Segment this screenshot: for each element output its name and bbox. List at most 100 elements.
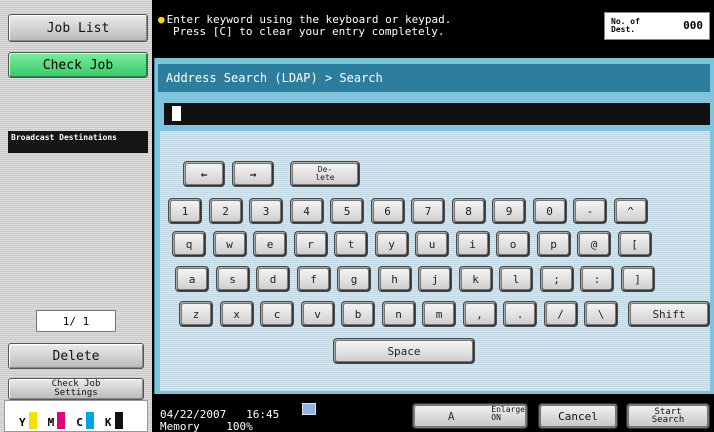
key-label: d (259, 269, 287, 289)
key-row2-5[interactable]: y (374, 231, 409, 257)
key-row1-2[interactable]: 3 (249, 198, 283, 224)
toner-bar (114, 412, 123, 429)
key-row4-4[interactable]: b (341, 301, 375, 327)
dest-count: 000 (683, 19, 703, 32)
toner-bar (57, 412, 66, 429)
check-job-button[interactable]: Check Job (8, 52, 148, 78)
key-row3-11[interactable]: ] (620, 266, 655, 292)
key-row1-7[interactable]: 8 (451, 198, 486, 224)
key-label: [ (620, 234, 649, 254)
key-row1-1[interactable]: 2 (208, 198, 243, 224)
key-row1-8[interactable]: 9 (492, 198, 526, 224)
key-row3-9[interactable]: ; (539, 266, 574, 292)
key-row1-6[interactable]: 7 (411, 198, 445, 224)
delete-label: Delete (52, 348, 100, 364)
key-label: , (465, 304, 494, 324)
key-row3-5[interactable]: h (377, 266, 412, 292)
cursor-left-button[interactable]: ← (183, 161, 225, 187)
key-row2-2[interactable]: e (253, 231, 287, 257)
key-row4-1[interactable]: x (219, 301, 254, 327)
key-row2-8[interactable]: o (496, 231, 530, 257)
key-row3-6[interactable]: j (418, 266, 452, 292)
key-row2-1[interactable]: w (212, 231, 247, 257)
key-row4-3[interactable]: v (300, 301, 335, 327)
key-row3-2[interactable]: d (256, 266, 290, 292)
key-label: ^ (616, 201, 645, 221)
key-row3-4[interactable]: g (337, 266, 371, 292)
shift-label: Shift (631, 304, 707, 324)
key-row1-5[interactable]: 6 (370, 198, 405, 224)
key-label: ; (542, 269, 571, 289)
key-row4-8[interactable]: . (503, 301, 537, 327)
key-label: f (299, 269, 328, 289)
key-label: c (263, 304, 291, 324)
key-row1-9[interactable]: 0 (532, 198, 567, 224)
key-row1-10[interactable]: - (573, 198, 607, 224)
toner-bar (28, 412, 37, 429)
key-row1-3[interactable]: 4 (289, 198, 324, 224)
key-row2-9[interactable]: p (536, 231, 571, 257)
cursor-right-button[interactable]: → (232, 161, 274, 187)
key-row1-0[interactable]: 1 (168, 198, 202, 224)
key-label: o (499, 234, 527, 254)
key-row3-1[interactable]: s (215, 266, 250, 292)
key-row2-0[interactable]: q (172, 231, 206, 257)
key-label: 5 (333, 201, 361, 221)
memory-value: 100% (226, 420, 253, 432)
key-row3-7[interactable]: k (458, 266, 493, 292)
toner-label: K (104, 416, 112, 429)
key-row1-11[interactable]: ^ (613, 198, 648, 224)
key-row4-6[interactable]: m (422, 301, 456, 327)
key-label: j (421, 269, 449, 289)
key-label: n (384, 304, 413, 324)
start-search-button[interactable]: Start Search (626, 403, 710, 429)
page-counter: 1/ 1 (36, 310, 116, 332)
space-key[interactable]: Space (333, 338, 475, 364)
key-row2-6[interactable]: u (415, 231, 449, 257)
key-row2-3[interactable]: r (293, 231, 328, 257)
key-label: . (506, 304, 534, 324)
enlarge-label-wrap: A Enlarge ON (415, 406, 525, 426)
toner-1: M (48, 412, 66, 429)
toner-label: Y (19, 416, 26, 429)
key-row4-7[interactable]: , (462, 301, 497, 327)
key-row1-4[interactable]: 5 (330, 198, 364, 224)
cancel-button[interactable]: Cancel (538, 403, 618, 429)
key-label: : (583, 269, 611, 289)
enlarge-label: Enlarge ON (491, 406, 525, 426)
shift-key[interactable]: Shift (628, 301, 710, 327)
key-row2-10[interactable]: @ (577, 231, 611, 257)
key-row4-10[interactable]: \ (584, 301, 618, 327)
key-label: 0 (535, 201, 564, 221)
key-row3-8[interactable]: l (499, 266, 533, 292)
right-arrow-icon: → (235, 164, 271, 184)
key-row3-0[interactable]: a (175, 266, 209, 292)
key-label: 9 (495, 201, 523, 221)
key-label: z (182, 304, 210, 324)
key-label: p (539, 234, 568, 254)
key-label: q (175, 234, 203, 254)
key-row2-11[interactable]: [ (617, 231, 652, 257)
key-row3-10[interactable]: : (580, 266, 614, 292)
key-label: g (340, 269, 368, 289)
check-job-settings-button[interactable]: Check Job Settings (8, 378, 144, 400)
key-label: a (178, 269, 206, 289)
key-row2-7[interactable]: i (455, 231, 490, 257)
start-search-label: Start Search (629, 406, 707, 426)
delete-key[interactable]: De- lete (290, 161, 360, 187)
key-row4-9[interactable]: / (543, 301, 578, 327)
key-row3-3[interactable]: f (296, 266, 331, 292)
key-row4-5[interactable]: n (381, 301, 416, 327)
space-label: Space (336, 341, 472, 361)
job-list-button[interactable]: Job List (8, 14, 148, 42)
key-label: 2 (211, 201, 240, 221)
search-input[interactable] (164, 103, 710, 125)
delete-button[interactable]: Delete (8, 343, 144, 369)
toner-2: C (76, 412, 94, 429)
enlarge-button[interactable]: A Enlarge ON (412, 403, 528, 429)
key-row2-4[interactable]: t (334, 231, 368, 257)
key-row4-0[interactable]: z (179, 301, 213, 327)
broadcast-destinations-title: Broadcast Destinations (8, 131, 148, 153)
key-label: e (256, 234, 284, 254)
key-row4-2[interactable]: c (260, 301, 294, 327)
